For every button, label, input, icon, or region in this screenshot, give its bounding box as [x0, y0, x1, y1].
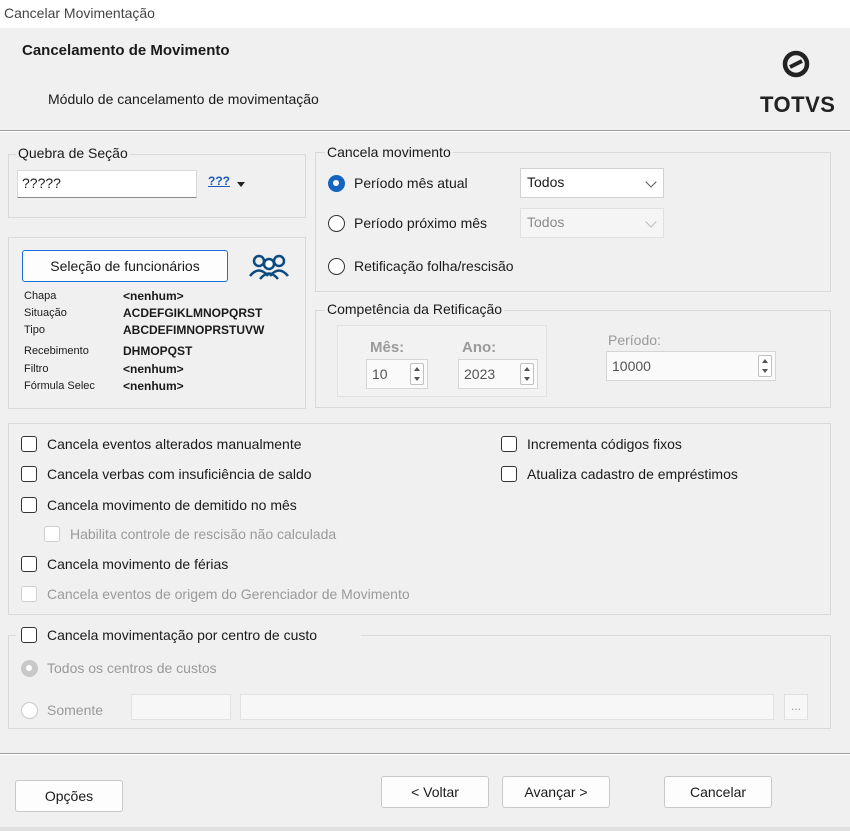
periodo-label: Período:: [608, 332, 661, 348]
centro-custo-checkbox[interactable]: [21, 627, 37, 643]
incrementa-codigos-checkbox[interactable]: [501, 436, 517, 452]
filtro-value: <nenhum>: [123, 362, 184, 376]
centro-custo-browse-button[interactable]: ...: [784, 694, 808, 720]
cancela-eventos-alterados-checkbox[interactable]: [21, 436, 37, 452]
ano-value: 2023: [464, 366, 496, 382]
opcoes-button[interactable]: Opções: [15, 780, 123, 812]
periodo-mes-atual-label: Período mês atual: [354, 175, 468, 191]
periodo-mes-atual-select-value: Todos: [527, 174, 565, 190]
periodo-proximo-mes-label: Período próximo mês: [354, 215, 488, 231]
cancela-ferias-checkbox[interactable]: [21, 556, 37, 572]
avancar-button[interactable]: Avançar >: [502, 776, 610, 808]
periodo-proximo-mes-radio[interactable]: [328, 215, 345, 232]
somente-label: Somente: [47, 702, 104, 718]
situacao-value: ACDEFGIKLMNOPQRST: [123, 306, 263, 320]
chevron-down-icon: [645, 216, 657, 228]
formula-selec-label: Fórmula Selec: [24, 380, 95, 392]
somente-radio[interactable]: [21, 702, 38, 719]
recebimento-value: DHMOPQST: [123, 344, 193, 358]
habilita-controle-rescisao-checkbox[interactable]: [44, 526, 60, 542]
cancelar-button[interactable]: Cancelar: [664, 776, 772, 808]
totvs-logo-text: TOTVS: [760, 92, 836, 117]
window-bottom-edge: [0, 827, 850, 831]
recebimento-label: Recebimento: [24, 345, 89, 357]
quebra-secao-input[interactable]: ?????: [17, 170, 197, 198]
filtro-label: Filtro: [24, 363, 49, 375]
todos-centros-label: Todos os centros de custos: [47, 660, 217, 676]
atualiza-emprestimos-label: Atualiza cadastro de empréstimos: [527, 466, 738, 482]
ano-label: Ano:: [462, 339, 497, 356]
chapa-label: Chapa: [24, 290, 57, 302]
incrementa-codigos-label: Incrementa códigos fixos: [527, 436, 682, 452]
mes-spinner[interactable]: 10: [366, 359, 428, 389]
mes-spin-arrows-icon[interactable]: [410, 363, 424, 385]
cancela-gerenciador-checkbox[interactable]: [21, 586, 37, 602]
page-subtitle: Módulo de cancelamento de movimentação: [48, 91, 319, 107]
periodo-value: 10000: [612, 358, 651, 374]
cancela-verbas-checkbox[interactable]: [21, 466, 37, 482]
situacao-label: Situação: [24, 307, 67, 319]
lookup-icon: ???: [208, 174, 230, 188]
cancela-demitido-label: Cancela movimento de demitido no mês: [47, 497, 297, 513]
cancela-verbas-label: Cancela verbas com insuficiência de sald…: [47, 466, 312, 482]
chevron-down-icon[interactable]: [237, 182, 245, 187]
periodo-spinner[interactable]: 10000: [606, 351, 776, 381]
todos-centros-radio[interactable]: [21, 660, 38, 677]
retificacao-label: Retificação folha/rescisão: [354, 258, 514, 274]
voltar-button[interactable]: < Voltar: [381, 776, 489, 808]
habilita-controle-rescisao-label: Habilita controle de rescisão não calcul…: [70, 526, 337, 542]
periodo-mes-atual-radio[interactable]: [328, 175, 345, 192]
atualiza-emprestimos-checkbox[interactable]: [501, 466, 517, 482]
cancela-movimento-label: Cancela movimento: [325, 144, 453, 160]
users-group-icon[interactable]: [248, 252, 290, 282]
periodo-proximo-mes-select-value: Todos: [527, 214, 565, 230]
cancela-eventos-alterados-label: Cancela eventos alterados manualmente: [47, 436, 302, 452]
ano-spin-arrows-icon[interactable]: [520, 363, 534, 385]
tipo-value: ABCDEFIMNOPRSTUVW: [123, 323, 265, 337]
cancela-gerenciador-label: Cancela eventos de origem do Gerenciador…: [47, 586, 410, 602]
tipo-label: Tipo: [24, 324, 45, 336]
window-title: Cancelar Movimentação: [4, 5, 155, 21]
retificacao-radio[interactable]: [328, 258, 345, 275]
window-titlebar: Cancelar Movimentação: [0, 0, 850, 28]
centro-custo-label: Cancela movimentação por centro de custo: [47, 627, 318, 643]
formula-selec-value: <nenhum>: [123, 379, 184, 393]
totvs-logo-icon: [782, 50, 810, 78]
chevron-down-icon: [645, 176, 657, 188]
quebra-secao-label: Quebra de Seção: [16, 145, 130, 161]
centro-custo-code-field[interactable]: [131, 694, 231, 720]
periodo-mes-atual-select[interactable]: Todos: [520, 168, 664, 198]
footer-divider-highlight: [0, 754, 850, 755]
ano-spinner[interactable]: 2023: [458, 359, 538, 389]
competencia-label: Competência da Retificação: [325, 301, 505, 317]
cancela-ferias-label: Cancela movimento de férias: [47, 556, 229, 572]
mes-value: 10: [372, 366, 388, 382]
periodo-proximo-mes-select[interactable]: Todos: [520, 208, 664, 238]
header-divider-highlight: [0, 131, 850, 132]
cancela-demitido-checkbox[interactable]: [21, 497, 37, 513]
page-title: Cancelamento de Movimento: [22, 42, 230, 59]
chapa-value: <nenhum>: [123, 289, 184, 303]
quebra-secao-lookup-button[interactable]: ???: [208, 174, 230, 188]
mes-label: Mês:: [370, 339, 405, 356]
centro-custo-desc-field[interactable]: [240, 694, 774, 720]
selecao-funcionarios-button[interactable]: Seleção de funcionários: [22, 250, 228, 282]
periodo-spin-arrows-icon[interactable]: [758, 355, 772, 377]
